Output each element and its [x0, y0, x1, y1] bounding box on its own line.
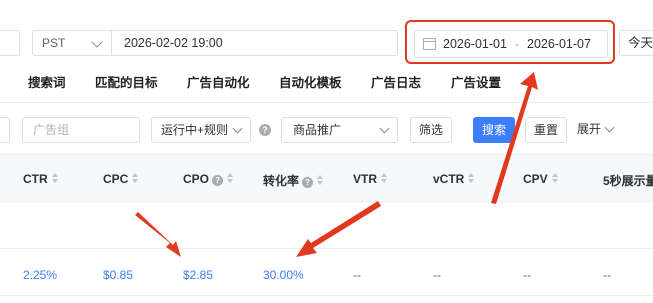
column-label: CPV	[523, 172, 548, 186]
cell-ctr[interactable]: 2.25%	[23, 268, 57, 282]
tab-ad-logs[interactable]: 广告日志	[371, 72, 421, 91]
help-icon[interactable]: ?	[302, 177, 314, 188]
cell-cpc[interactable]: $0.85	[103, 268, 133, 282]
chevron-down-icon	[232, 123, 243, 134]
datetime-value: 2026-02-02 19:00	[124, 36, 223, 50]
column-header-cpo[interactable]: CPO?	[183, 172, 234, 186]
annotation-arrow-to-cpo	[135, 212, 181, 257]
chevron-down-icon	[379, 123, 390, 134]
annotation-highlight-box	[405, 20, 615, 64]
sort-icon[interactable]	[551, 173, 559, 185]
tab-matched-targets[interactable]: 匹配的目标	[95, 72, 158, 91]
timezone-value: PST	[42, 36, 66, 50]
column-label: 5秒展示量	[603, 174, 653, 188]
ad-group-input[interactable]: 广告组	[22, 117, 140, 143]
timezone-select[interactable]: PST	[32, 30, 112, 56]
ad-group-placeholder: 广告组	[33, 123, 70, 137]
column-label: 转化率	[263, 174, 300, 188]
column-label: VTR	[353, 172, 377, 186]
sort-icon[interactable]	[380, 173, 388, 185]
column-label: vCTR	[433, 172, 465, 186]
ad-type-select[interactable]: 商品推广	[281, 117, 398, 143]
column-header-conversion-rate[interactable]: 转化率?	[263, 172, 324, 189]
column-header-vtr[interactable]: VTR	[353, 172, 388, 186]
tab-ad-settings[interactable]: 广告设置	[451, 72, 501, 91]
cell-cpv: --	[523, 268, 531, 282]
tab-ad-automation[interactable]: 广告自动化	[187, 72, 250, 91]
expand-toggle[interactable]: 展开	[577, 117, 623, 143]
column-header-cpv[interactable]: CPV	[523, 172, 559, 186]
ad-type-value: 商品推广	[293, 123, 342, 137]
tab-search-terms[interactable]: 搜索词	[28, 72, 66, 91]
column-label: CPC	[103, 172, 129, 186]
datetime-input[interactable]: 2026-02-02 19:00	[112, 30, 398, 56]
cell-5s-impressions: --	[603, 268, 611, 282]
filter-input-edge[interactable]	[0, 117, 10, 143]
sort-icon[interactable]	[316, 175, 324, 187]
column-label: CTR	[23, 172, 48, 186]
today-label: 今天	[628, 36, 653, 50]
reset-button[interactable]: 重置	[525, 117, 567, 143]
cell-vctr: --	[433, 268, 441, 282]
help-icon[interactable]: ?	[259, 124, 271, 136]
divider	[0, 201, 653, 202]
row-divider	[0, 248, 653, 249]
chevron-down-icon	[91, 36, 103, 48]
column-header-vctr[interactable]: vCTR	[433, 172, 475, 186]
search-button[interactable]: 搜索	[473, 117, 515, 143]
column-label: CPO	[183, 172, 210, 186]
sort-icon[interactable]	[226, 173, 234, 185]
tab-automation-templates[interactable]: 自动化模板	[279, 72, 342, 91]
divider	[0, 102, 653, 103]
column-header-ctr[interactable]: CTR	[23, 172, 59, 186]
help-icon[interactable]: ?	[212, 175, 224, 186]
cell-vtr: --	[353, 268, 361, 282]
sort-icon[interactable]	[467, 173, 475, 185]
previous-dropdown-edge[interactable]	[0, 30, 20, 56]
row-divider	[0, 295, 653, 296]
cell-cpo[interactable]: $2.85	[183, 268, 213, 282]
today-button[interactable]: 今天	[619, 30, 653, 56]
column-header-cpc[interactable]: CPC	[103, 172, 139, 186]
sort-icon[interactable]	[51, 173, 59, 185]
status-value: 运行中+规则	[161, 123, 229, 137]
expand-label: 展开	[577, 122, 602, 136]
filter-button[interactable]: 筛选	[410, 117, 452, 143]
cell-conversion-rate[interactable]: 30.00%	[263, 268, 304, 282]
chevron-down-icon	[604, 122, 615, 133]
column-header-5s-impressions[interactable]: 5秒展示量	[603, 172, 653, 189]
status-select[interactable]: 运行中+规则	[151, 117, 251, 143]
sort-icon[interactable]	[131, 173, 139, 185]
